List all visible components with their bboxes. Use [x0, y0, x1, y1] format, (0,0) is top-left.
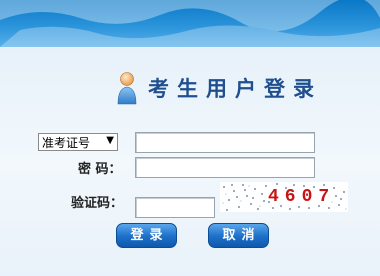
- captcha-image[interactable]: 4607: [220, 182, 348, 212]
- password-input[interactable]: [135, 157, 315, 178]
- login-button[interactable]: 登录: [116, 223, 177, 248]
- captcha-input[interactable]: [135, 197, 215, 218]
- id-type-select[interactable]: 准考证号 ▼: [38, 133, 118, 151]
- user-icon: [117, 72, 137, 105]
- captcha-text: 4607: [268, 187, 336, 207]
- title-area: 考生用户登录: [116, 70, 322, 106]
- captcha-label: 验证码：: [71, 196, 124, 211]
- id-type-selected-label: 准考证号: [42, 135, 91, 150]
- world-map-decoration: [0, 0, 380, 47]
- page-title: 考生用户登录: [148, 77, 322, 101]
- cancel-button[interactable]: 取消: [208, 223, 269, 248]
- chevron-down-icon: ▼: [106, 135, 114, 146]
- id-number-input[interactable]: [135, 132, 315, 153]
- password-label: 密 码：: [78, 162, 122, 177]
- header-banner: [0, 0, 380, 47]
